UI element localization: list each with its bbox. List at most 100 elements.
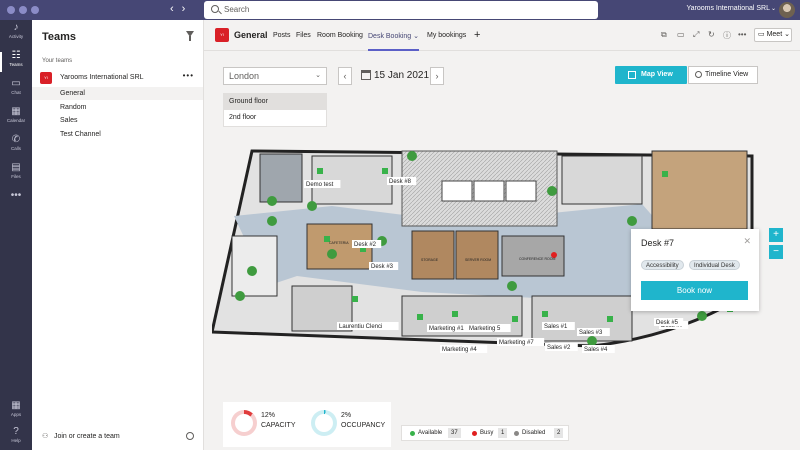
channel-header: YI General Posts Files Room Booking Desk… [204,20,800,51]
expand-icon[interactable]: ⤢ [693,30,699,40]
rail-label: Chat [11,90,21,95]
desk-available-marker [317,168,323,174]
book-now-button[interactable]: Book now [641,281,748,300]
meet-button[interactable]: ▭ Meet ⌄ [754,28,792,42]
more-options-icon[interactable]: ••• [738,30,746,39]
tab-posts[interactable]: Posts [273,32,291,39]
title-bar: ‹ › Search Yarooms International SRL ⌄ [0,0,800,20]
occupancy-label: OCCUPANCY [341,422,386,429]
plant [627,216,637,226]
window-minimize-button[interactable] [19,6,27,14]
map-label-text: SERVER ROOM [465,258,491,262]
capacity-value: 12% [261,412,276,419]
timeline-view-label: Timeline View [705,71,749,78]
floor-list: Ground floor 2nd floor [223,93,327,127]
timeline-view-button[interactable]: Timeline View [688,66,758,84]
team-item[interactable]: YI Yarooms International SRL ••• [40,71,200,85]
rail-item-more[interactable]: ••• [0,190,32,214]
map-label: Sales #1 [542,322,575,330]
meet-label: Meet [766,31,783,38]
legend-disabled: Disabled [522,430,546,436]
rail-item-files[interactable]: ▤ Files [0,162,32,186]
map-label-text: Desk #3 [371,264,394,270]
plant [547,186,557,196]
calendar-icon[interactable] [361,70,371,80]
tab-desk-booking[interactable]: Desk Booking ⌄ [368,32,420,51]
more-options-icon[interactable]: ••• [183,71,194,80]
map-label-text: Marketing #1 [429,326,464,332]
date-prev-button[interactable]: ‹ [338,67,352,85]
plant [327,249,337,259]
org-switcher[interactable]: Yarooms International SRL [686,5,770,12]
elevator [441,180,473,202]
tag-accessibility: Accessibility [641,260,684,270]
tab-room-booking[interactable]: Room Booking [317,32,363,39]
rail-item-teams[interactable]: ☷ Teams [0,50,32,74]
team-name: Yarooms International SRL [60,74,144,81]
file-icon: ▤ [11,162,21,173]
plant [587,336,597,346]
window-close-button[interactable] [7,6,15,14]
back-arrow-icon[interactable]: ‹ [170,3,174,15]
refresh-icon[interactable]: ↻ [708,30,715,39]
legend-busy: Busy [480,430,494,436]
chevron-down-icon[interactable]: ⌄ [771,5,776,12]
map-label: Desk #3 [369,262,399,270]
search-input[interactable]: Search [204,1,598,19]
calendar-icon: ▦ [11,106,21,117]
plant [507,281,517,291]
map-label: Desk #8 [387,177,417,185]
location-select[interactable]: London ⌄ [223,67,327,85]
rail-item-apps[interactable]: ▦ Apps [0,400,32,424]
map-label: Laurentiu Clenci [337,322,399,330]
forward-arrow-icon[interactable]: › [182,3,186,15]
window-maximize-button[interactable] [31,6,39,14]
rail-label: Files [11,174,21,179]
rail-item-chat[interactable]: ▭ Chat [0,78,32,102]
map-view-button[interactable]: Map View [615,66,687,84]
map-label: Sales #3 [577,328,610,336]
date-next-button[interactable]: › [430,67,444,85]
channel-item-random[interactable]: Random [32,101,203,114]
conversation-icon[interactable]: ▭ [677,30,685,39]
create-team-button[interactable]: ⚇ Join or create a team [42,432,120,440]
tag-individual-desk: Individual Desk [689,260,740,270]
rail-item-help[interactable]: ? Help [0,426,32,450]
elevator [505,180,537,202]
rail-item-calendar[interactable]: ▦ Calendar [0,106,32,130]
close-icon[interactable]: ✕ [743,236,751,247]
floor-item-ground[interactable]: Ground floor [224,94,326,110]
zoom-in-button[interactable]: + [769,228,783,242]
desk-available-marker [417,314,423,320]
server-room [455,230,499,280]
rail-item-calls[interactable]: ✆ Calls [0,134,32,158]
clock-icon [695,71,702,78]
search-icon [211,5,219,13]
teams-icon: ☷ [11,50,21,61]
desk-area [561,155,643,205]
tab-my-bookings[interactable]: My bookings [427,32,466,39]
date-value[interactable]: 15 Jan 2021 [374,70,429,81]
popout-icon[interactable]: ⧉ [661,30,667,40]
rail-label: Apps [10,412,22,417]
map-label: Desk #2 [352,240,382,248]
map-label-text: Desk #8 [389,179,412,185]
available-dot [410,431,415,436]
disabled-count: 2 [554,428,564,438]
rail-label: Help [11,438,21,443]
channel-item-test-channel[interactable]: Test Channel [32,128,203,141]
add-tab-icon[interactable]: + [474,29,480,41]
info-icon[interactable]: ⓘ [723,30,731,41]
tab-files[interactable]: Files [296,32,311,39]
zoom-out-button[interactable]: − [769,245,783,259]
avatar[interactable] [779,2,795,18]
filter-icon[interactable] [186,31,194,41]
map-label: Sales #4 [582,345,615,353]
settings-icon[interactable] [186,432,194,440]
channel-item-general[interactable]: General [32,87,203,100]
floor-item-2nd[interactable]: 2nd floor [224,110,326,126]
rail-item-activity[interactable]: ♪ Activity [0,22,32,46]
more-icon: ••• [10,190,22,201]
channel-item-sales[interactable]: Sales [32,114,203,127]
desk-available-marker [512,316,518,322]
